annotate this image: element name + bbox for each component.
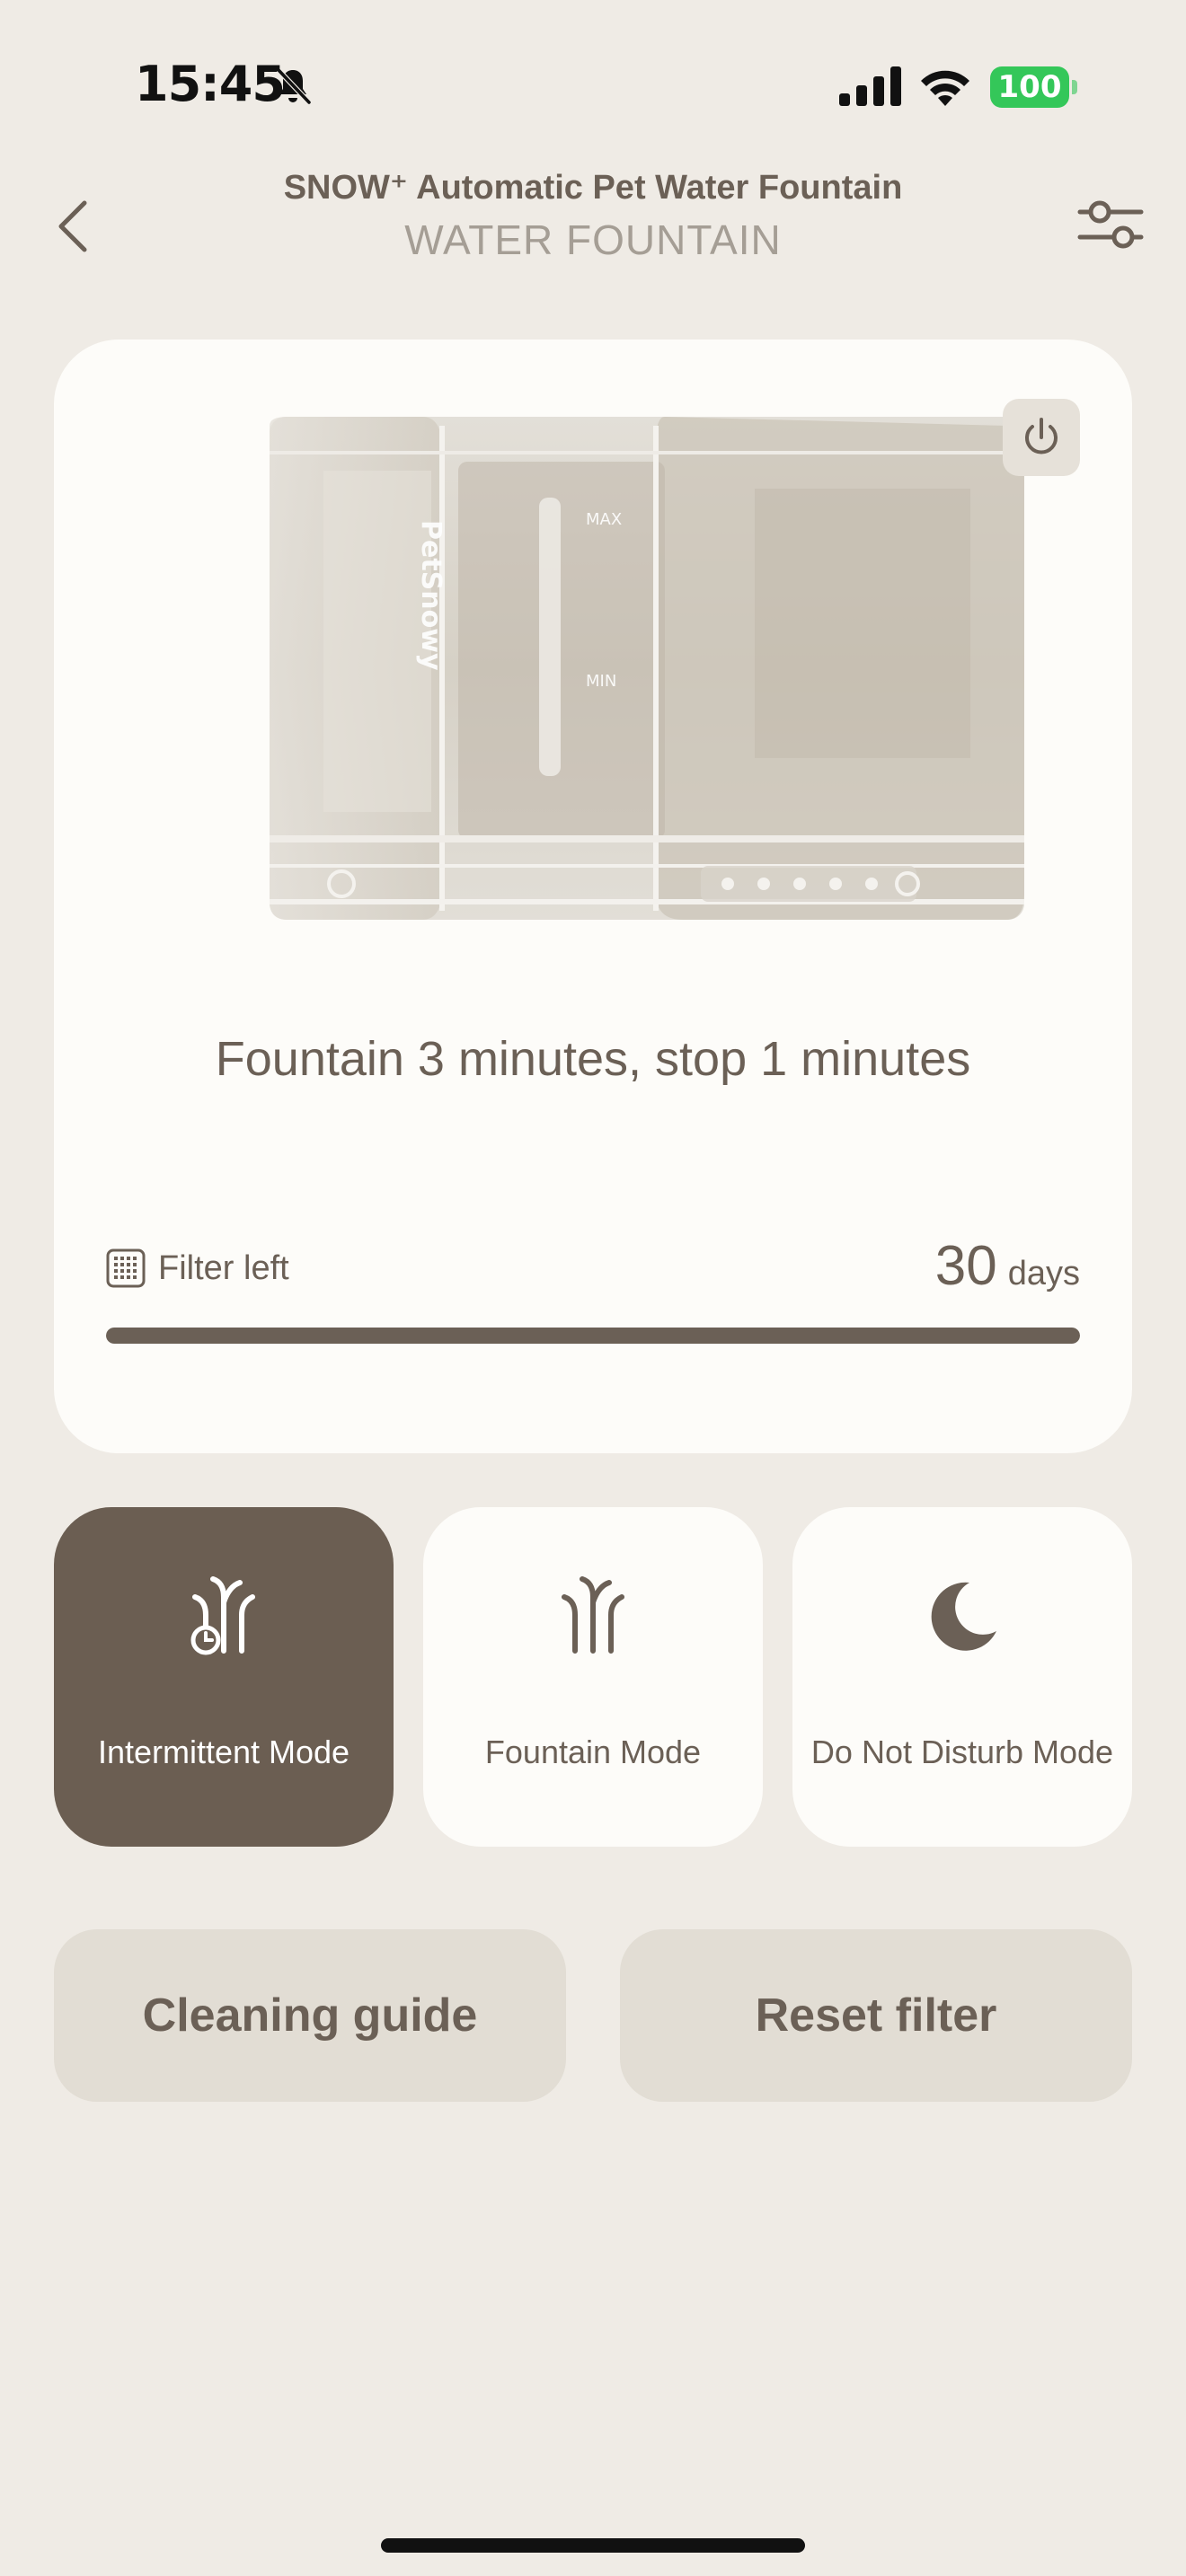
min-mark: MIN — [586, 672, 616, 691]
intermittent-fountain-icon — [190, 1576, 255, 1655]
filter-label: Filter left — [106, 1248, 289, 1288]
mode-intermittent[interactable]: Intermittent Mode — [54, 1507, 394, 1847]
status-time: 15:45 — [135, 56, 286, 112]
filter-icon — [106, 1248, 146, 1288]
mode-do-not-disturb[interactable]: Do Not Disturb Mode — [792, 1507, 1132, 1847]
filter-days-value: 30 — [934, 1235, 997, 1297]
power-button[interactable] — [1003, 399, 1080, 476]
mode-fountain[interactable]: Fountain Mode — [423, 1507, 763, 1847]
page-subtitle: WATER FOUNTAIN — [404, 216, 782, 263]
filter-progress-bar — [106, 1328, 1080, 1344]
page-title: SNOW⁺ Automatic Pet Water Fountain — [283, 169, 903, 207]
cleaning-guide-button[interactable]: Cleaning guide — [54, 1929, 566, 2102]
mode-label: Intermittent Mode — [97, 1734, 350, 1770]
power-icon — [1025, 418, 1058, 454]
schedule-text: Fountain 3 minutes, stop 1 minutes — [215, 1032, 971, 1086]
filter-progress-fill — [106, 1328, 1080, 1344]
brand-mark: PetSnowy — [415, 520, 447, 671]
fountain-icon — [562, 1576, 624, 1654]
filter-days-unit: days — [1007, 1255, 1080, 1292]
reset-filter-button[interactable]: Reset filter — [620, 1929, 1132, 2102]
battery-tip — [1072, 80, 1077, 94]
app-screen: 15:45 100 SNOW⁺ Automatic Pet Water Foun… — [0, 0, 1186, 2576]
bell-slash-icon — [276, 67, 312, 105]
mode-label: Do Not Disturb Mode — [810, 1734, 1114, 1770]
status-bar: 15:45 100 — [0, 0, 1186, 171]
sliders-icon[interactable] — [1075, 196, 1146, 253]
filter-days: 30 days — [935, 1234, 1080, 1298]
home-indicator[interactable] — [381, 2538, 805, 2553]
max-mark: MAX — [586, 510, 622, 529]
fountain-device-image: MAX MIN PetSnowy — [270, 417, 1024, 920]
wifi-icon — [921, 70, 969, 106]
moon-icon — [931, 1582, 996, 1651]
mode-label: Fountain Mode — [484, 1734, 702, 1770]
device-card: MAX MIN PetSnowy Fountain 3 minutes, sto… — [54, 340, 1132, 1453]
battery-icon: 100 — [990, 66, 1077, 108]
battery-level: 100 — [990, 66, 1069, 108]
cellular-signal-icon — [839, 66, 901, 106]
filter-label-text: Filter left — [158, 1248, 289, 1287]
